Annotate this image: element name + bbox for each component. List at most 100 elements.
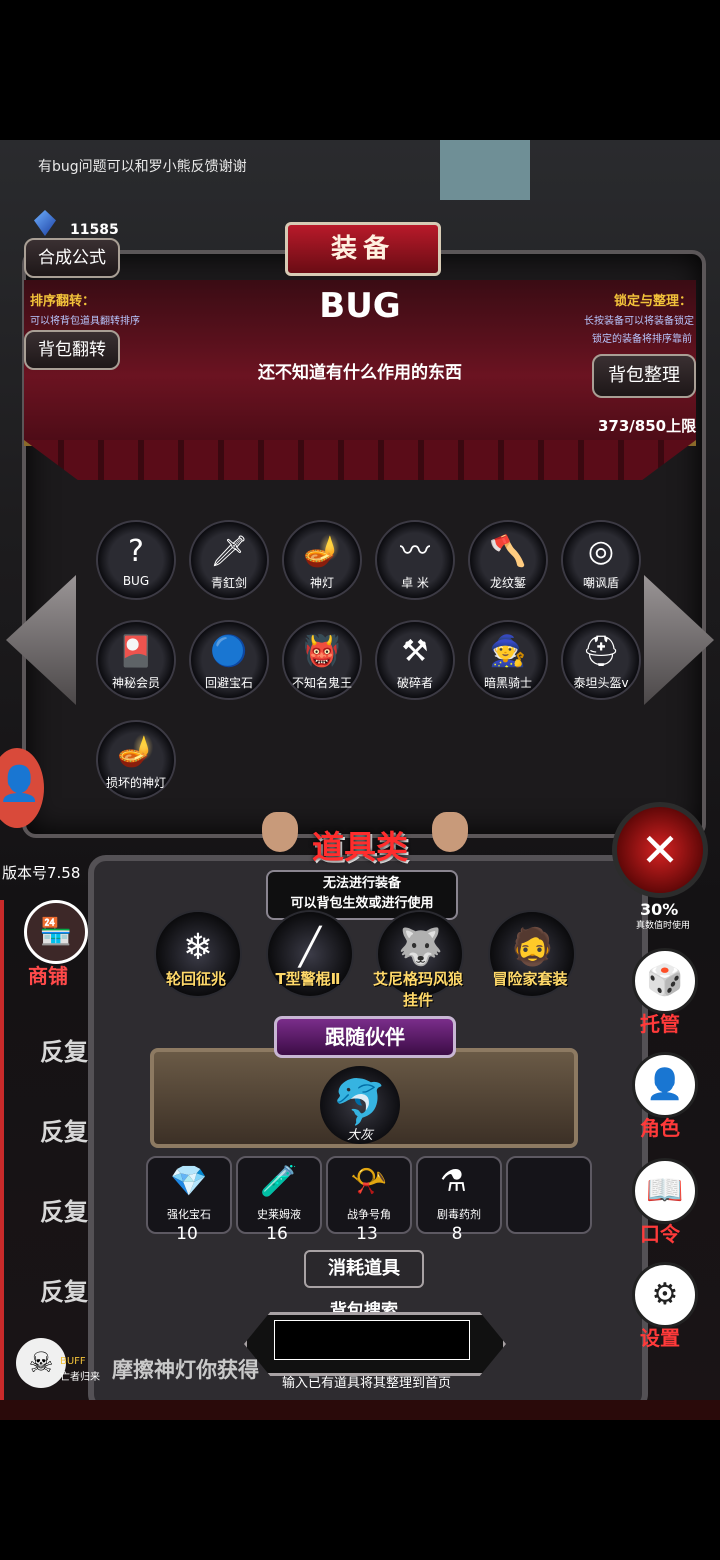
selected-item-name: BUG [319,286,401,326]
wolf-pendant-icon: 🐺 [398,927,443,968]
buff-sub: 亡者归来 [60,1372,100,1383]
buff-label: BUFF [60,1356,86,1367]
helmet-icon: ⛑ [581,634,621,669]
gear-icon[interactable]: ⚙ [632,1262,698,1328]
war-horn-icon: 📯 [350,1164,388,1199]
shield-icon: ◎ [587,534,615,569]
right-stat: 30% [640,900,679,919]
consumable-slot[interactable]: ⚗ 剧毒药剂 [416,1156,502,1234]
bag-icon [432,812,468,852]
item-slot[interactable]: 🎴 神秘会员 [96,620,176,700]
sort-title: 排序翻转： [30,294,96,309]
card-icon: 🎴 [117,634,155,669]
search-input[interactable] [274,1320,470,1360]
item-label: 神灯 [309,576,334,590]
lamp-icon: 🪔 [303,534,341,569]
flip-button[interactable]: 背包翻转 [24,330,120,370]
side-button-label[interactable]: 设置 [640,1322,680,1351]
side-button-label[interactable]: 托管 [640,1008,680,1037]
side-button-label[interactable]: 口令 [640,1218,680,1247]
upgrade-gem-icon: 💎 [170,1164,208,1199]
consumable-count: 10 [176,1224,198,1244]
consumable-slot[interactable]: 📯 战争号角 [326,1156,412,1234]
item-slot[interactable]: 🗡 青釭剑 [189,520,269,600]
marquee-text: 摩擦神灯你获得 [112,1358,259,1382]
bug-icon: ? [128,534,144,569]
item-label: 泰坦头盔v [573,676,629,690]
item-label: 回避宝石 [204,676,253,690]
slime-potion-icon: 🧪 [260,1164,298,1199]
sky-window [440,140,530,200]
formula-button[interactable]: 合成公式 [24,238,120,278]
consumable-count: 8 [451,1224,463,1244]
consumable-label: 剧毒药剂 [437,1208,481,1221]
item-slot[interactable]: 🪔 损坏的神灯 [96,720,176,800]
gem-icon: 🔵 [210,634,248,669]
close-button[interactable]: ✕ [612,802,708,898]
tool-label: T型警棍Ⅱ [275,970,341,988]
dark-knight-icon: 🧙 [489,634,527,669]
consumable-slot[interactable]: 🧪 史莱姆液 [236,1156,322,1234]
consumable-count: 13 [356,1224,378,1244]
staff-icon: ❄ [182,927,214,968]
axe-icon: 🪓 [489,534,527,569]
character-icon[interactable]: 👤 [632,1052,698,1118]
consumable-slot[interactable]: 💎 强化宝石 [146,1156,232,1234]
sword-icon: 🗡 [209,534,249,569]
item-slot[interactable]: 🪓 龙纹錾 [468,520,548,600]
item-slot[interactable]: 🔵 回避宝石 [189,620,269,700]
feedback-note: 有bug问题可以和罗小熊反馈谢谢 [38,159,247,175]
repeat-label: 反复 [40,1118,88,1146]
item-slot[interactable]: ⚒ 破碎者 [375,620,455,700]
sort-desc: 可以将背包道具翻转排序 [30,316,140,327]
item-slot[interactable]: ◎ 嘲讽盾 [561,520,641,600]
item-slot[interactable]: ? BUG [96,520,176,600]
side-button-label[interactable]: 角色 [640,1112,680,1141]
lock-title: 锁定与整理： [614,294,693,309]
gem-count: 11585 [70,222,119,238]
shop-label[interactable]: 商铺 [28,960,68,989]
item-label: 神秘会员 [111,676,160,690]
item-label: 卓 米 [401,576,429,590]
consumable-label: 强化宝石 [167,1208,211,1221]
empty-consumable-slot[interactable] [506,1156,592,1234]
version-label: 版本号7.58 [2,864,81,882]
adventurer-icon: 🧔 [510,927,555,968]
lock-desc: 长按装备可以将装备锁定 [584,316,694,327]
dice-icon[interactable]: 🎲 [632,948,698,1014]
lock-desc: 锁定的装备将排序靠前 [592,334,692,345]
selected-item-desc: 还不知道有什么作用的东西 [258,363,462,383]
poison-icon: ⚗ [440,1164,467,1199]
dolphin-icon: 🐬 [332,1077,387,1128]
banner-frill [24,440,696,480]
right-stat-sub: 真数值时使用 [636,921,691,931]
tools-title: 道具类 [312,828,409,866]
item-slot[interactable]: ⛑ 泰坦头盔v [561,620,641,700]
consumable-count: 16 [266,1224,288,1244]
companion-name: 大灰 [346,1128,373,1143]
code-icon[interactable]: 📖 [632,1158,698,1224]
tools-desc-line: 无法进行装备 [322,876,401,891]
item-slot[interactable]: 👹 不知名鬼王 [282,620,362,700]
item-slot[interactable]: 🧙 暗黑骑士 [468,620,548,700]
skull-icon[interactable]: ☠ [16,1338,66,1388]
item-slot[interactable]: 〰卓 米 [375,520,455,600]
item-label: 损坏的神灯 [105,776,166,790]
item-label: 破碎者 [396,676,433,690]
item-label: 龙纹錾 [489,576,526,590]
bottom-bar [0,1400,720,1420]
ghost-king-icon: 👹 [303,634,341,669]
tidy-button[interactable]: 背包整理 [592,354,696,398]
item-label: 不知名鬼王 [291,676,352,690]
item-slot[interactable]: 🪔 神灯 [282,520,362,600]
bag-capacity: 373/850上限 [598,417,697,435]
companion-title: 跟随伙伴 [274,1016,456,1058]
repeat-label: 反复 [40,1038,88,1066]
item-label: 青釭剑 [210,576,247,590]
shop-icon[interactable]: 🏪 [24,900,88,964]
user-icon: 👤 [0,764,41,804]
whip-icon: 〰 [400,534,430,569]
tool-label: 艾尼格玛风狼挂件 [372,970,463,1009]
consumable-title: 消耗道具 [304,1250,424,1288]
item-label: BUG [122,574,150,588]
